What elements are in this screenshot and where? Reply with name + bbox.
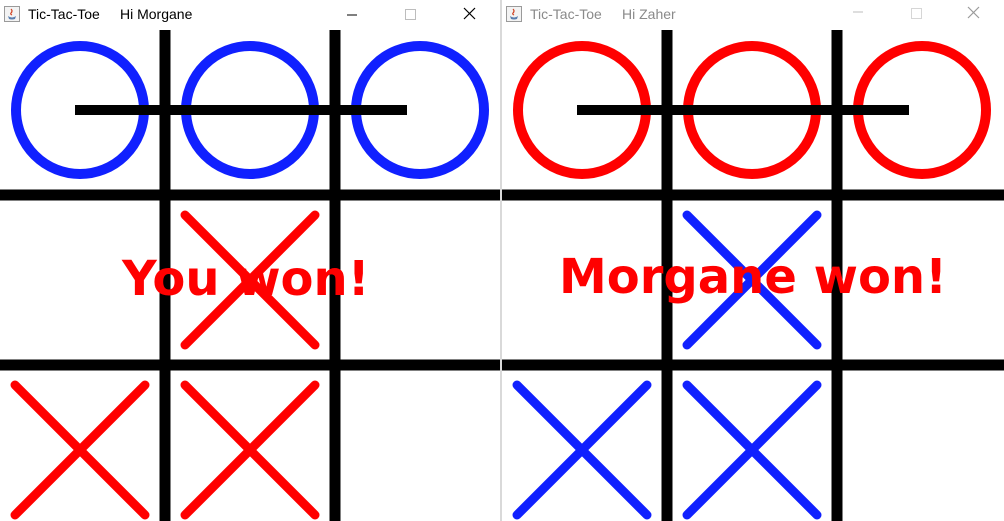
window-title-greeting: Hi Zaher	[622, 6, 676, 22]
game-window-morgane: Tic-Tac-Toe Hi Morgane You won!	[0, 0, 500, 521]
close-button[interactable]	[952, 0, 996, 30]
grid-line-horizontal-2	[0, 359, 500, 371]
maximize-icon	[911, 8, 922, 19]
java-app-icon	[4, 6, 20, 22]
window-title-app: Tic-Tac-Toe	[28, 6, 100, 22]
maximize-button[interactable]	[894, 0, 938, 30]
close-icon	[967, 6, 980, 19]
game-result-message: You won!	[122, 251, 370, 307]
game-result-message: Morgane won!	[559, 249, 947, 305]
title-bar[interactable]: Tic-Tac-Toe Hi Zaher	[502, 0, 1004, 30]
grid-line-horizontal-2	[502, 359, 1004, 371]
window-title-greeting: Hi Morgane	[120, 6, 193, 22]
game-window-zaher: Tic-Tac-Toe Hi Zaher Morgane won!	[502, 0, 1004, 521]
minimize-button[interactable]	[836, 0, 880, 30]
board-cell-9	[340, 370, 500, 521]
java-app-icon	[506, 6, 522, 22]
minimize-button[interactable]	[330, 0, 374, 30]
grid-line-horizontal-1	[502, 189, 1004, 201]
maximize-button[interactable]	[388, 0, 432, 30]
window-title-app: Tic-Tac-Toe	[530, 6, 602, 22]
close-button[interactable]	[448, 0, 492, 30]
close-icon	[463, 7, 476, 20]
grid-line-horizontal-1	[0, 189, 500, 201]
maximize-icon	[405, 9, 416, 20]
title-bar[interactable]: Tic-Tac-Toe Hi Morgane	[0, 0, 500, 30]
board-cell-9	[842, 370, 1002, 521]
